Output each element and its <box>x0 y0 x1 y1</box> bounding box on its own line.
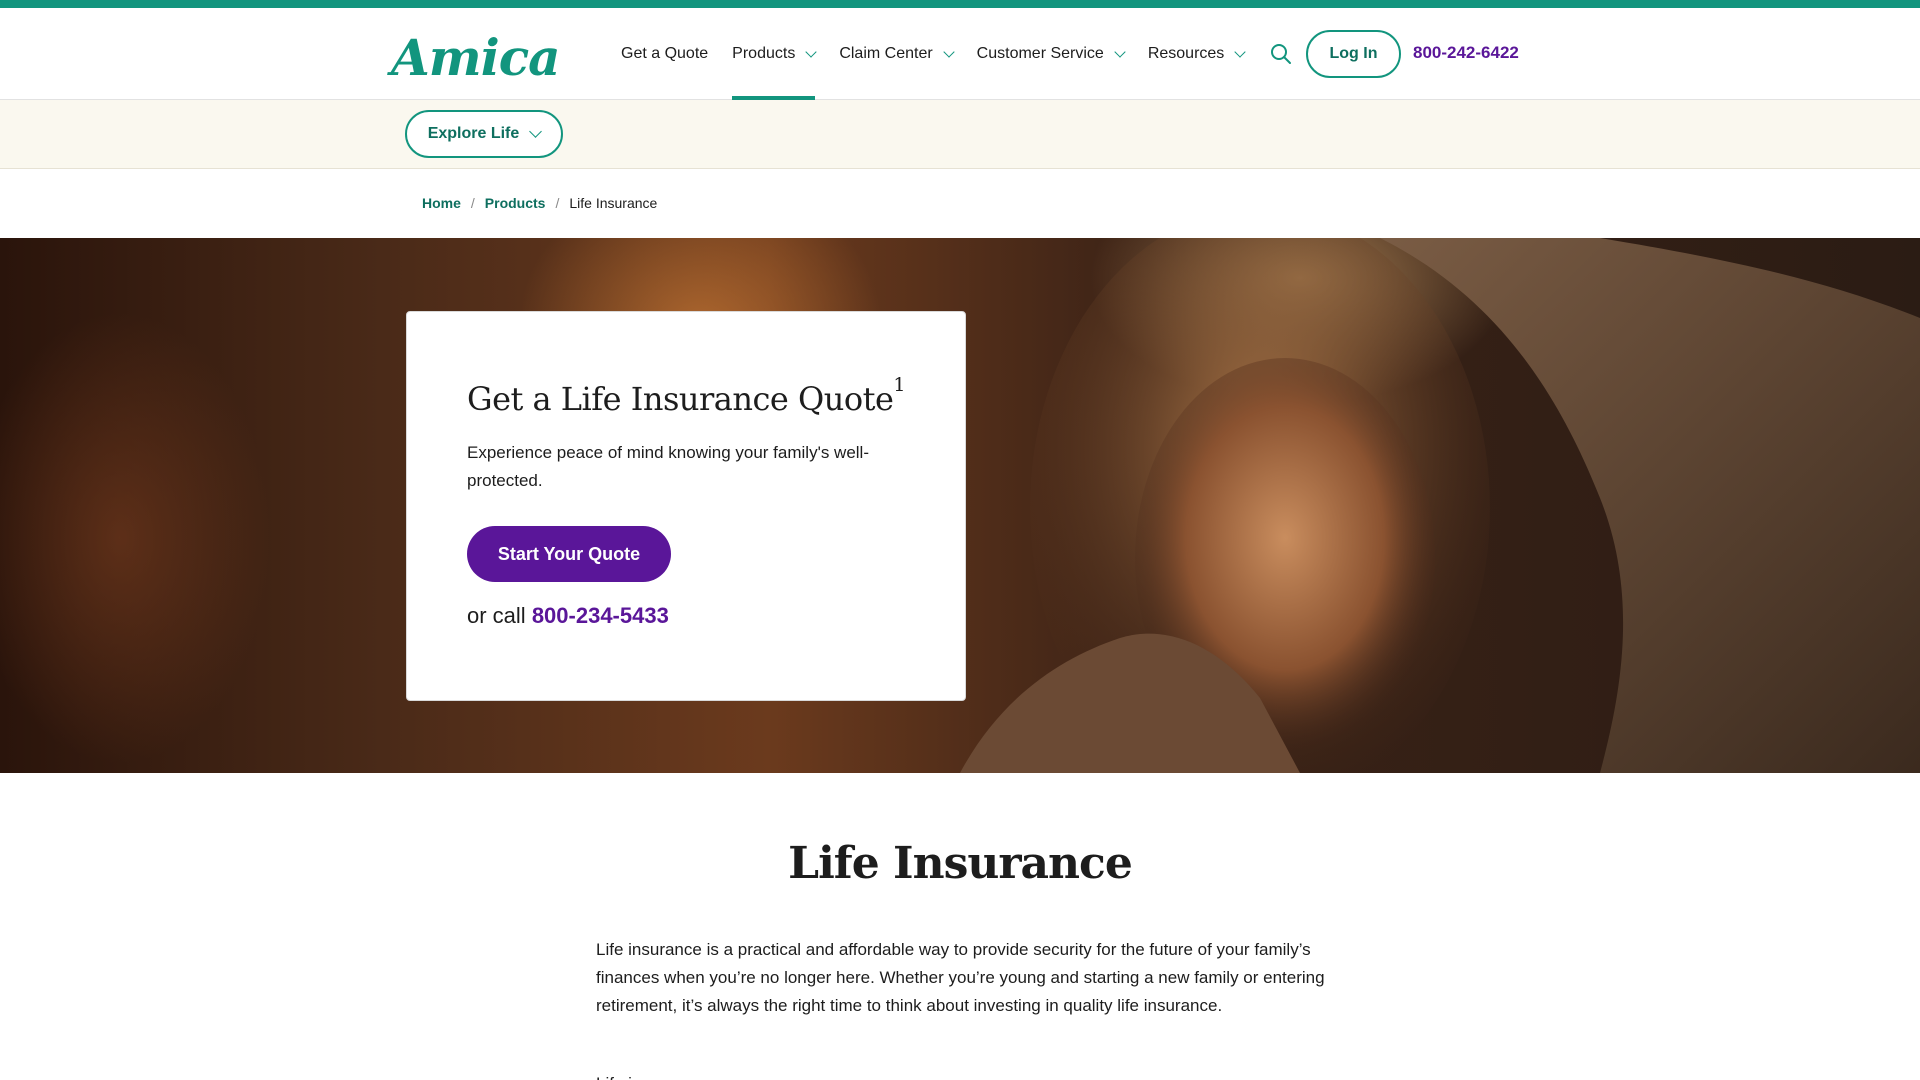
or-call-line: or call 800-234-5433 <box>467 603 669 629</box>
nav-item-label: Resources <box>1147 45 1225 62</box>
chevron-down-icon <box>1234 45 1246 58</box>
nav-item-label: Customer Service <box>976 45 1104 62</box>
breadcrumb-products-link[interactable]: Products <box>485 195 546 211</box>
nav-item-products[interactable]: Products <box>732 8 817 100</box>
search-icon[interactable] <box>1270 43 1292 65</box>
section-subnav: Explore Life <box>0 100 1920 169</box>
chevron-down-icon <box>1114 45 1126 58</box>
page-title: Life Insurance <box>788 838 1133 889</box>
nav-item-customer-service[interactable]: Customer Service <box>976 8 1126 100</box>
nav-item-label: Get a Quote <box>621 45 709 62</box>
quote-card-title: Get a Life Insurance Quote1 <box>467 374 905 418</box>
quote-card-description: Experience peace of mind knowing your fa… <box>467 443 869 490</box>
intro-paragraph: Life insurance is a practical and afford… <box>596 940 1325 1015</box>
footnote-marker: 1 <box>893 374 906 396</box>
nav-item-resources[interactable]: Resources <box>1147 8 1246 100</box>
nav-item-label: Products <box>732 45 796 62</box>
main-nav: Get a Quote Products Claim Center Custom… <box>621 8 1268 100</box>
start-your-quote-button[interactable]: Start Your Quote <box>467 526 671 582</box>
top-accent-stripe <box>0 0 1920 8</box>
quote-phone-link[interactable]: 800-234-5433 <box>532 603 669 628</box>
amica-logo[interactable]: Amica <box>391 28 561 87</box>
breadcrumb-separator: / <box>555 195 560 211</box>
chevron-down-icon <box>529 125 543 138</box>
breadcrumb-separator: / <box>470 195 475 211</box>
nav-item-claim-center[interactable]: Claim Center <box>839 8 955 100</box>
quote-card: Get a Life Insurance Quote1 Experience p… <box>406 311 966 701</box>
chevron-down-icon <box>805 45 817 58</box>
breadcrumb: Home / Products / Life Insurance <box>422 195 657 211</box>
chevron-down-icon <box>943 45 955 58</box>
breadcrumb-home-link[interactable]: Home <box>422 195 461 211</box>
or-call-text: or call <box>467 603 526 628</box>
site-header: Amica Get a Quote Products Claim Center … <box>0 8 1920 100</box>
nav-item-label: Claim Center <box>839 45 933 62</box>
header-phone-link[interactable]: 800-242-6422 <box>1413 43 1519 63</box>
explore-life-label: Explore Life <box>427 125 520 142</box>
quote-card-title-text: Get a Life Insurance Quote <box>467 380 894 418</box>
log-in-button[interactable]: Log In <box>1306 30 1401 78</box>
explore-life-button[interactable]: Explore Life <box>405 110 563 158</box>
nav-item-get-a-quote[interactable]: Get a Quote <box>621 8 708 100</box>
breadcrumb-current: Life Insurance <box>569 195 658 211</box>
second-paragraph: Life insurance <box>596 1070 1326 1080</box>
